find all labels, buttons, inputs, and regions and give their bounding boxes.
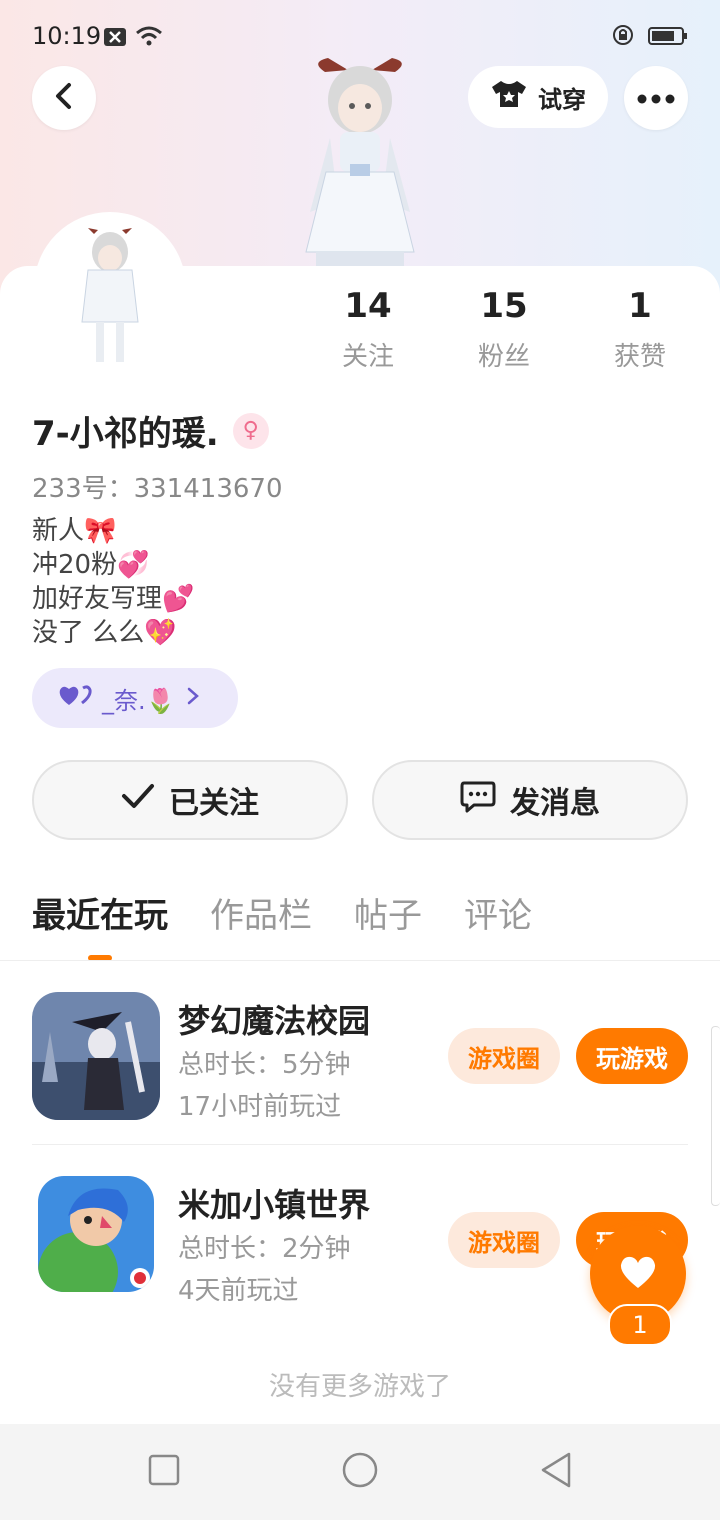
scrollbar[interactable]	[711, 1026, 720, 1206]
game-last-played: 4天前玩过	[178, 1276, 299, 1306]
female-icon: ♀	[232, 412, 269, 449]
game-last-played: 17小时前玩过	[178, 1092, 342, 1122]
check-icon	[121, 782, 155, 818]
bio-line: 加好友写理💕	[32, 584, 195, 614]
followed-label: 已关注	[169, 786, 259, 821]
message-label: 发消息	[510, 786, 600, 821]
user-bio: 新人🎀 冲20粉💞 加好友写理💕 没了 么么💖	[32, 514, 194, 650]
stat-label: 粉丝	[477, 342, 530, 372]
stat-likes[interactable]: 1 获赞	[572, 286, 708, 373]
followed-button[interactable]: 已关注	[32, 760, 348, 840]
user-name: 7-小祁的瑗.	[32, 414, 219, 454]
stat-number: 14	[344, 286, 392, 326]
avatar[interactable]	[34, 212, 186, 364]
game-duration: 总时长：2分钟	[178, 1234, 351, 1264]
game-icon	[38, 1176, 154, 1292]
stat-label: 关注	[341, 342, 394, 372]
divider	[32, 1144, 688, 1145]
no-more-games-text: 没有更多游戏了	[268, 1372, 451, 1402]
bio-line: 冲20粉💞	[32, 550, 150, 580]
tab-works[interactable]: 作品栏	[210, 888, 312, 937]
like-count-badge: 1	[608, 1304, 672, 1346]
more-button[interactable]	[624, 66, 688, 130]
tab-recently-played[interactable]: 最近在玩	[32, 888, 168, 961]
back-nav-button[interactable]	[536, 1452, 576, 1492]
game-duration: 总时长：5分钟	[178, 1050, 351, 1080]
stat-number: 1	[628, 286, 652, 326]
bio-line: 新人🎀	[32, 516, 117, 546]
back-button[interactable]	[32, 66, 96, 130]
game-title: 米加小镇世界	[178, 1186, 371, 1224]
battery-icon	[648, 24, 688, 52]
heart-icon	[618, 1254, 658, 1294]
user-name-row: 7-小祁的瑗. ♀	[32, 406, 269, 455]
relationship-tag[interactable]: _奈.🌷	[32, 668, 238, 728]
list-item[interactable]: 梦幻魔法校园 总时长：5分钟 17小时前玩过 游戏圈 玩游戏	[32, 992, 720, 1142]
message-button[interactable]: 发消息	[372, 760, 688, 840]
game-circle-button[interactable]: 游戏圈	[448, 1028, 560, 1084]
home-button[interactable]	[340, 1452, 380, 1492]
notification-icon	[104, 24, 126, 52]
system-nav-bar	[0, 1424, 720, 1520]
game-circle-button[interactable]: 游戏圈	[448, 1212, 560, 1268]
divider	[0, 960, 720, 961]
heart-pair-icon	[58, 683, 92, 713]
bio-line: 没了 么么💖	[32, 618, 177, 648]
chat-bubble-icon	[460, 779, 496, 821]
stat-following[interactable]: 14 关注	[300, 286, 436, 373]
tryon-label: 试穿	[538, 85, 586, 114]
chevron-right-icon	[186, 684, 200, 712]
recent-apps-button[interactable]	[144, 1452, 184, 1492]
avatar-3d-figure	[290, 52, 430, 266]
stat-label: 获赞	[613, 342, 666, 372]
game-icon	[32, 992, 160, 1120]
circle-icon	[341, 1451, 379, 1493]
tshirt-icon	[490, 79, 528, 115]
profile-stats: 14 关注 15 粉丝 1 获赞	[300, 286, 720, 373]
game-title: 梦幻魔法校园	[178, 1002, 371, 1040]
play-game-button[interactable]: 玩游戏	[576, 1028, 688, 1084]
tab-posts[interactable]: 帖子	[354, 888, 422, 937]
relationship-tag-label: _奈.🌷	[102, 686, 176, 715]
tab-comments[interactable]: 评论	[464, 888, 532, 937]
rotation-lock-icon	[612, 24, 634, 52]
chevron-left-icon	[52, 82, 76, 114]
wifi-icon	[136, 24, 162, 52]
stat-followers[interactable]: 15 粉丝	[436, 286, 572, 373]
triangle-back-icon	[539, 1451, 573, 1493]
stat-number: 15	[480, 286, 528, 326]
status-time: 10:19	[32, 22, 102, 50]
square-icon	[148, 1454, 180, 1490]
more-dots-icon	[637, 89, 675, 108]
tryon-button[interactable]: 试穿	[468, 66, 608, 128]
profile-tabs: 最近在玩 作品栏 帖子 评论	[32, 888, 532, 961]
user-id: 233号：331413670	[32, 474, 283, 504]
